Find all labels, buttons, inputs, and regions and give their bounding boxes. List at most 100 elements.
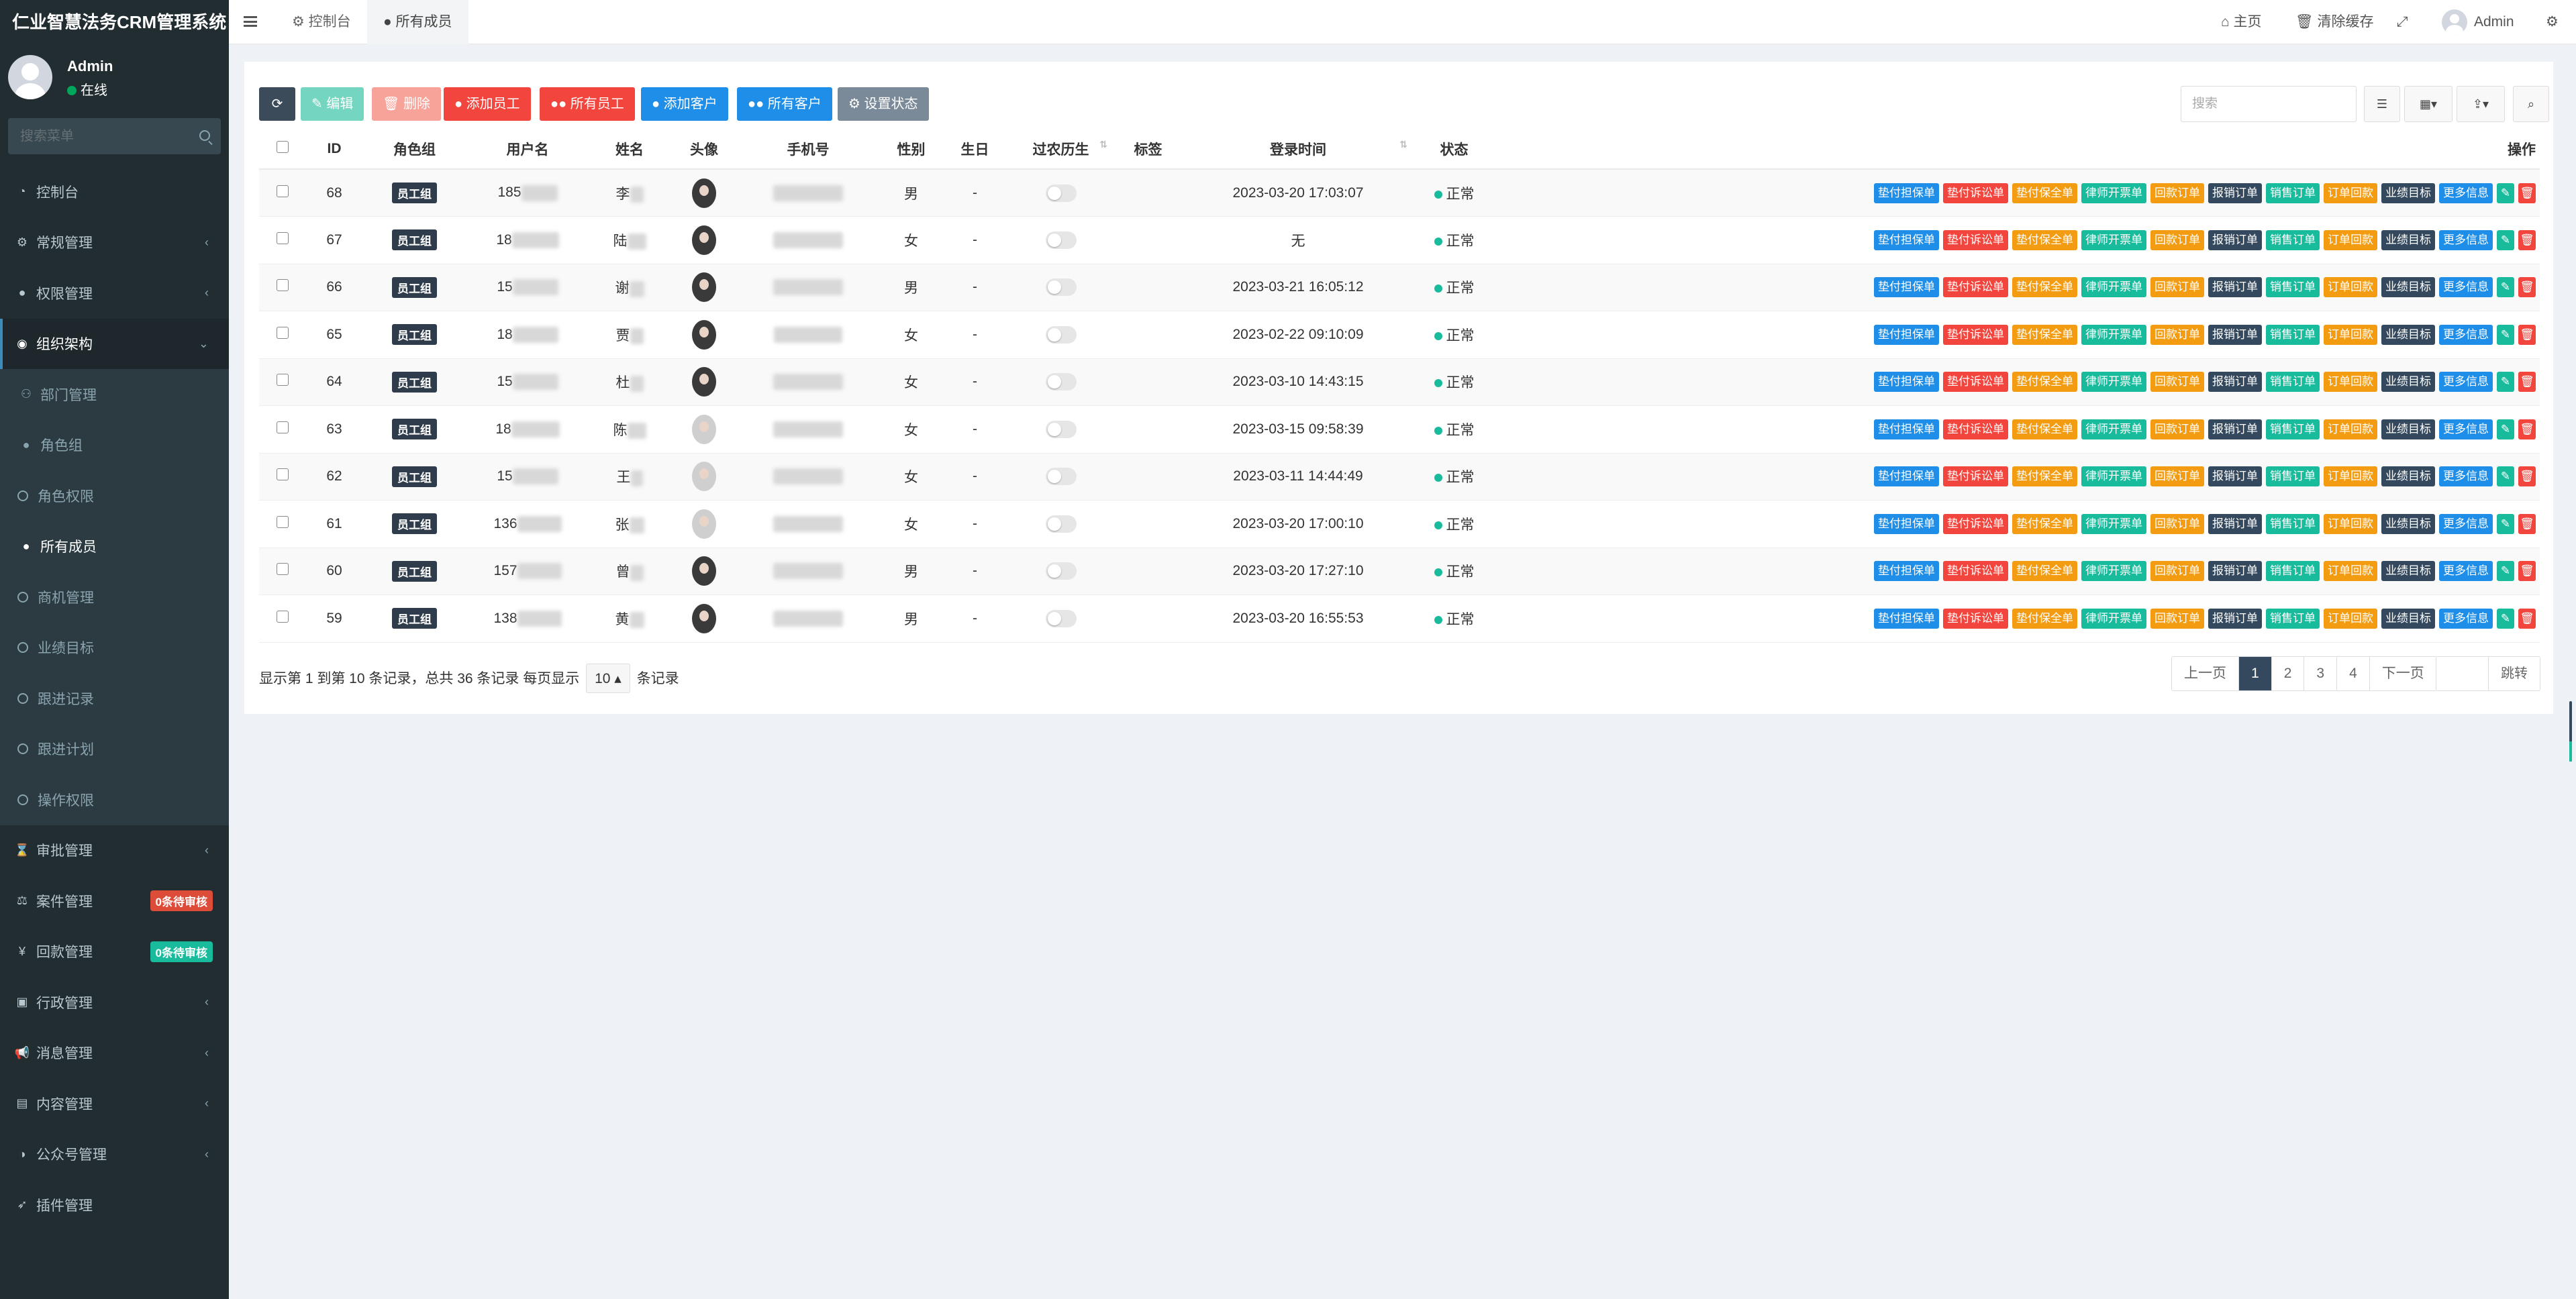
sales-order-button[interactable]: 销售订单: [2266, 561, 2320, 582]
member-avatar[interactable]: [692, 319, 716, 350]
delete-row-button[interactable]: 🗑: [2518, 229, 2536, 250]
lunar-toggle[interactable]: [1045, 184, 1077, 202]
cell-lunar[interactable]: [1006, 453, 1116, 501]
preservation-order-button[interactable]: 垫付保全单: [2012, 466, 2077, 487]
table-row[interactable]: 68 员工组 185 李男 -2023-03-20 17:03:07 正常 垫付担保单 垫付诉…: [259, 169, 2540, 217]
preservation-order-button[interactable]: 垫付保全单: [2012, 229, 2077, 250]
delete-row-button[interactable]: 🗑: [2518, 419, 2536, 439]
performance-target-button[interactable]: 业绩目标: [2381, 277, 2435, 298]
more-info-button[interactable]: 更多信息: [2439, 277, 2493, 298]
edit-row-button[interactable]: ✎: [2497, 372, 2514, 393]
lunar-toggle[interactable]: [1045, 468, 1077, 486]
next-page-button[interactable]: 下一页: [2369, 657, 2436, 690]
performance-target-button[interactable]: 业绩目标: [2381, 513, 2435, 534]
row-checkbox[interactable]: [259, 453, 306, 501]
preservation-order-button[interactable]: 垫付保全单: [2012, 372, 2077, 393]
cell-lunar[interactable]: [1006, 358, 1116, 406]
lunar-toggle[interactable]: [1045, 325, 1077, 344]
search-icon[interactable]: [199, 130, 210, 141]
more-info-button[interactable]: 更多信息: [2439, 608, 2493, 629]
invoice-order-button[interactable]: 律师开票单: [2081, 466, 2146, 487]
admin-avatar[interactable]: [2442, 9, 2467, 35]
sidebar-item-6[interactable]: 角色权限: [0, 470, 229, 521]
cell-lunar[interactable]: [1006, 264, 1116, 311]
row-checkbox[interactable]: [259, 500, 306, 548]
page-3-button[interactable]: 3: [2304, 657, 2338, 690]
sales-order-button[interactable]: 销售订单: [2266, 419, 2320, 439]
table-row[interactable]: 66 员工组 15 谢男 -2023-03-21 16:05:12 正常 垫付担保单 垫付诉讼…: [259, 264, 2540, 311]
sales-order-button[interactable]: 销售订单: [2266, 372, 2320, 393]
sort-icon[interactable]: ⇅: [1399, 139, 1407, 150]
row-checkbox[interactable]: [259, 264, 306, 311]
guarantee-order-button[interactable]: 垫付担保单: [1874, 466, 1939, 487]
delete-row-button[interactable]: 🗑: [2518, 466, 2536, 487]
expense-order-button[interactable]: 报销订单: [2208, 466, 2262, 487]
row-checkbox[interactable]: [259, 358, 306, 406]
delete-row-button[interactable]: 🗑: [2518, 608, 2536, 629]
edit-row-button[interactable]: ✎: [2497, 561, 2514, 582]
performance-target-button[interactable]: 业绩目标: [2381, 419, 2435, 439]
cell-lunar[interactable]: [1006, 169, 1116, 217]
lunar-toggle[interactable]: [1045, 420, 1077, 438]
litigation-order-button[interactable]: 垫付诉讼单: [1943, 561, 2008, 582]
more-info-button[interactable]: 更多信息: [2439, 466, 2493, 487]
export-button[interactable]: ⇪▾: [2457, 86, 2505, 122]
preservation-order-button[interactable]: 垫付保全单: [2012, 419, 2077, 439]
payback-order-button[interactable]: 回款订单: [2150, 324, 2204, 345]
delete-row-button[interactable]: 🗑: [2518, 513, 2536, 534]
cell-avatar[interactable]: [671, 358, 738, 406]
cell-avatar[interactable]: [671, 405, 738, 454]
prev-page-button[interactable]: 上一页: [2172, 657, 2239, 690]
payback-order-button[interactable]: 回款订单: [2150, 183, 2204, 203]
delete-row-button[interactable]: 🗑: [2518, 372, 2536, 393]
all-employees-button[interactable]: ●● 所有员工: [540, 87, 635, 121]
sidebar-item-18[interactable]: ▤ 内容管理 ‹: [0, 1078, 229, 1129]
sidebar-item-13[interactable]: ⌛ 审批管理 ‹: [0, 825, 229, 876]
guarantee-order-button[interactable]: 垫付担保单: [1874, 324, 1939, 345]
table-row[interactable]: 59 员工组 138 黄男 -2023-03-20 16:55:53 正常 垫付担保单 垫付诉…: [259, 594, 2540, 643]
refresh-button[interactable]: ⟳: [259, 87, 295, 121]
more-info-button[interactable]: 更多信息: [2439, 561, 2493, 582]
expense-order-button[interactable]: 报销订单: [2208, 608, 2262, 629]
page-1-button[interactable]: 1: [2239, 657, 2272, 690]
edit-row-button[interactable]: ✎: [2497, 229, 2514, 250]
payback-order-button[interactable]: 回款订单: [2150, 466, 2204, 487]
sidebar-item-2[interactable]: ● 权限管理 ‹: [0, 268, 229, 319]
invoice-order-button[interactable]: 律师开票单: [2081, 277, 2146, 298]
litigation-order-button[interactable]: 垫付诉讼单: [1943, 466, 2008, 487]
order-payback-button[interactable]: 订单回款: [2324, 561, 2377, 582]
order-payback-button[interactable]: 订单回款: [2324, 608, 2377, 629]
table-row[interactable]: 67 员工组 18 陆女 - 无正常 垫付担保单 垫付诉讼单 垫付保全单 律师开票单 回款订单 报销订…: [259, 216, 2540, 264]
lunar-toggle[interactable]: [1045, 562, 1077, 580]
edit-row-button[interactable]: ✎: [2497, 513, 2514, 534]
sidebar-item-15[interactable]: ¥ 回款管理 0条待审核: [0, 927, 229, 978]
tab-dashboard[interactable]: ⚙ 控制台: [276, 0, 367, 44]
page-2-button[interactable]: 2: [2271, 657, 2305, 690]
tab-all-members[interactable]: ● 所有成员: [367, 0, 468, 44]
edit-row-button[interactable]: ✎: [2497, 419, 2514, 439]
row-checkbox[interactable]: [259, 594, 306, 643]
guarantee-order-button[interactable]: 垫付担保单: [1874, 229, 1939, 250]
expense-order-button[interactable]: 报销订单: [2208, 372, 2262, 393]
more-info-button[interactable]: 更多信息: [2439, 324, 2493, 345]
table-row[interactable]: 62 员工组 15 王女 -2023-03-11 14:44:49 正常 垫付担保单 垫付诉讼…: [259, 453, 2540, 501]
expense-order-button[interactable]: 报销订单: [2208, 277, 2262, 298]
jump-button[interactable]: 跳转: [2489, 657, 2540, 690]
row-checkbox[interactable]: [259, 216, 306, 264]
edit-row-button[interactable]: ✎: [2497, 608, 2514, 629]
performance-target-button[interactable]: 业绩目标: [2381, 372, 2435, 393]
cell-lunar[interactable]: [1006, 548, 1116, 595]
all-customers-button[interactable]: ●● 所有客户: [737, 87, 832, 121]
invoice-order-button[interactable]: 律师开票单: [2081, 324, 2146, 345]
litigation-order-button[interactable]: 垫付诉讼单: [1943, 229, 2008, 250]
litigation-order-button[interactable]: 垫付诉讼单: [1943, 372, 2008, 393]
delete-row-button[interactable]: 🗑: [2518, 277, 2536, 298]
delete-row-button[interactable]: 🗑: [2518, 183, 2536, 203]
edit-row-button[interactable]: ✎: [2497, 324, 2514, 345]
sidebar-item-7[interactable]: ● 所有成员: [0, 521, 229, 572]
litigation-order-button[interactable]: 垫付诉讼单: [1943, 419, 2008, 439]
row-checkbox[interactable]: [259, 405, 306, 454]
cell-lunar[interactable]: [1006, 311, 1116, 359]
more-info-button[interactable]: 更多信息: [2439, 229, 2493, 250]
guarantee-order-button[interactable]: 垫付担保单: [1874, 419, 1939, 439]
